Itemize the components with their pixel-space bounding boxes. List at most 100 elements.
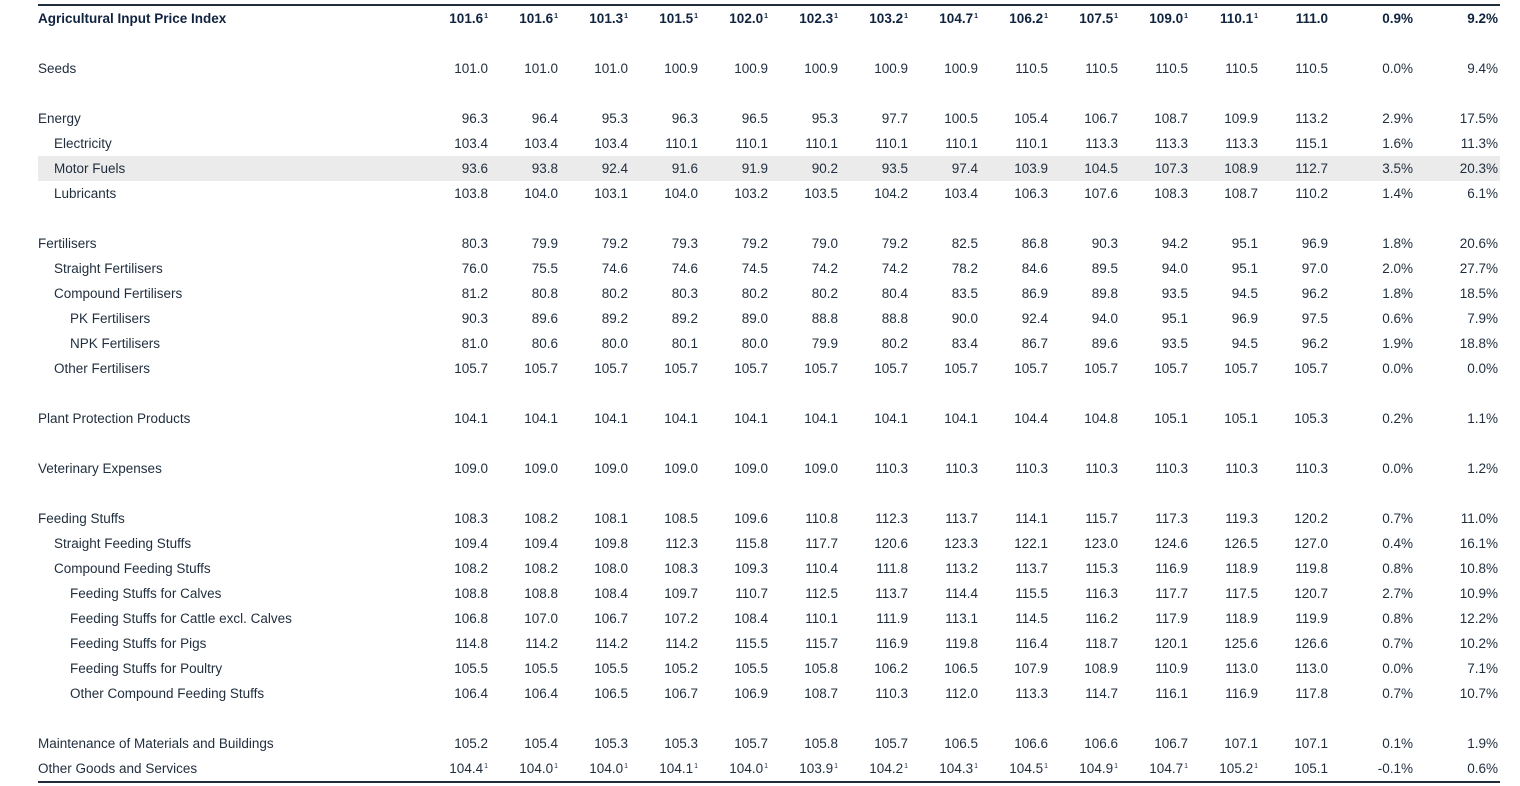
cell-value: 106.7 bbox=[664, 686, 698, 701]
cell-value: 0.8% bbox=[1382, 611, 1413, 626]
cell-value: 110.1 bbox=[945, 136, 978, 151]
cell-value: 110.1 bbox=[665, 136, 698, 151]
index-value-cell: 105.4 bbox=[980, 106, 1050, 131]
index-value-cell: 95.3 bbox=[560, 106, 630, 131]
index-value-cell: 101.0 bbox=[490, 56, 560, 81]
percent-change-cell: 3.5% bbox=[1330, 156, 1415, 181]
cell-value: 74.2 bbox=[811, 261, 838, 276]
cell-value: 95.1 bbox=[1231, 261, 1258, 276]
footnote-marker: 1 bbox=[484, 12, 488, 20]
cell-value: 104.9 bbox=[1079, 761, 1114, 776]
cell-value: 119.9 bbox=[1295, 611, 1328, 626]
index-value-cell: 103.91 bbox=[770, 756, 840, 782]
index-value-cell: 90.3 bbox=[1050, 231, 1120, 256]
index-value-cell: 106.7 bbox=[560, 606, 630, 631]
index-value-cell: 96.9 bbox=[1190, 306, 1260, 331]
index-value-cell: 109.01 bbox=[1120, 5, 1190, 31]
index-value-cell: 80.1 bbox=[630, 331, 700, 356]
cell-value: 114.1 bbox=[1015, 511, 1048, 526]
cell-value: 108.1 bbox=[594, 511, 628, 526]
index-value-cell: 103.1 bbox=[560, 181, 630, 206]
cell-value: 109.8 bbox=[594, 536, 628, 551]
cell-value: 79.3 bbox=[671, 236, 698, 251]
cell-value: 74.5 bbox=[741, 261, 768, 276]
index-value-cell: 104.1 bbox=[840, 406, 910, 431]
index-value-cell: 106.6 bbox=[1050, 731, 1120, 756]
cell-value: 109.7 bbox=[664, 586, 698, 601]
footnote-marker: 1 bbox=[974, 762, 978, 770]
cell-value: 95.1 bbox=[1161, 311, 1188, 326]
index-value-cell: 90.2 bbox=[770, 156, 840, 181]
cell-value: 80.3 bbox=[671, 286, 698, 301]
cell-value: 0.7% bbox=[1382, 511, 1413, 526]
cell-value: 106.6 bbox=[1084, 736, 1118, 751]
index-value-cell: 89.8 bbox=[1050, 281, 1120, 306]
cell-value: 104.1 bbox=[524, 411, 558, 426]
cell-value: 101.0 bbox=[524, 61, 558, 76]
index-value-cell: 109.4 bbox=[490, 531, 560, 556]
index-value-cell: 103.4 bbox=[910, 181, 980, 206]
cell-value: 104.1 bbox=[804, 411, 838, 426]
cell-value: 111.9 bbox=[876, 611, 908, 626]
cell-value: 117.9 bbox=[1155, 611, 1188, 626]
cell-value: 76.0 bbox=[461, 261, 488, 276]
cell-value: 105.7 bbox=[454, 361, 488, 376]
percent-change-cell: 1.2% bbox=[1415, 456, 1500, 481]
cell-value: 6.1% bbox=[1467, 186, 1498, 201]
index-value-cell: 95.3 bbox=[770, 106, 840, 131]
index-value-cell: 74.6 bbox=[560, 256, 630, 281]
footnote-marker: 1 bbox=[624, 12, 628, 20]
cell-value: 116.1 bbox=[1155, 686, 1188, 701]
cell-value: 104.5 bbox=[1084, 161, 1118, 176]
cell-value: 109.6 bbox=[734, 511, 768, 526]
cell-value: 106.7 bbox=[1154, 736, 1188, 751]
footnote-marker: 1 bbox=[974, 12, 978, 20]
cell-value: 115.5 bbox=[735, 636, 768, 651]
index-value-cell: 105.5 bbox=[490, 656, 560, 681]
cell-value: 80.0 bbox=[741, 336, 768, 351]
index-value-cell: 106.5 bbox=[910, 656, 980, 681]
cell-value: 106.7 bbox=[594, 611, 628, 626]
index-value-cell: 103.4 bbox=[420, 131, 490, 156]
cell-value: 103.1 bbox=[594, 186, 628, 201]
index-value-cell: 105.7 bbox=[980, 356, 1050, 381]
index-value-cell: 105.1 bbox=[1190, 406, 1260, 431]
index-value-cell: 79.9 bbox=[770, 331, 840, 356]
index-value-cell: 117.3 bbox=[1120, 506, 1190, 531]
percent-change-cell: 1.8% bbox=[1330, 231, 1415, 256]
cell-value: 105.4 bbox=[524, 736, 558, 751]
cell-value: 107.1 bbox=[1294, 736, 1328, 751]
cell-value: 106.6 bbox=[1014, 736, 1048, 751]
cell-value: 105.7 bbox=[1154, 361, 1188, 376]
index-value-cell: 111.0 bbox=[1260, 5, 1330, 31]
cell-value: 117.5 bbox=[1225, 586, 1258, 601]
index-value-cell: 110.3 bbox=[1120, 456, 1190, 481]
cell-value: 109.4 bbox=[454, 536, 488, 551]
index-value-cell: 104.71 bbox=[1120, 756, 1190, 782]
cell-value: 20.6% bbox=[1459, 236, 1498, 251]
cell-value: 110.1 bbox=[875, 136, 908, 151]
cell-value: 113.0 bbox=[1225, 661, 1258, 676]
cell-value: 86.9 bbox=[1021, 286, 1048, 301]
index-value-cell: 109.3 bbox=[700, 556, 770, 581]
cell-value: -0.1% bbox=[1377, 761, 1413, 776]
cell-value: 103.4 bbox=[524, 136, 558, 151]
cell-value: 119.8 bbox=[945, 636, 978, 651]
index-value-cell: 113.7 bbox=[840, 581, 910, 606]
index-value-cell: 113.3 bbox=[1120, 131, 1190, 156]
cell-value: 86.7 bbox=[1021, 336, 1048, 351]
index-value-cell: 106.5 bbox=[910, 731, 980, 756]
spacer-row bbox=[38, 381, 1500, 406]
index-value-cell: 94.2 bbox=[1120, 231, 1190, 256]
table-body: Agricultural Input Price Index 101.61 101.… bbox=[38, 5, 1500, 782]
index-value-cell: 120.2 bbox=[1260, 506, 1330, 531]
spacer-row bbox=[38, 31, 1500, 56]
cell-value: 17.5% bbox=[1459, 111, 1498, 126]
row-label: Veterinary Expenses bbox=[38, 461, 162, 476]
index-value-cell: 100.9 bbox=[840, 56, 910, 81]
index-value-cell: 104.1 bbox=[490, 406, 560, 431]
index-value-cell: 110.8 bbox=[770, 506, 840, 531]
index-value-cell: 97.5 bbox=[1260, 306, 1330, 331]
cell-value: 0.7% bbox=[1382, 636, 1413, 651]
percent-change-cell: 9.2% bbox=[1415, 5, 1500, 31]
